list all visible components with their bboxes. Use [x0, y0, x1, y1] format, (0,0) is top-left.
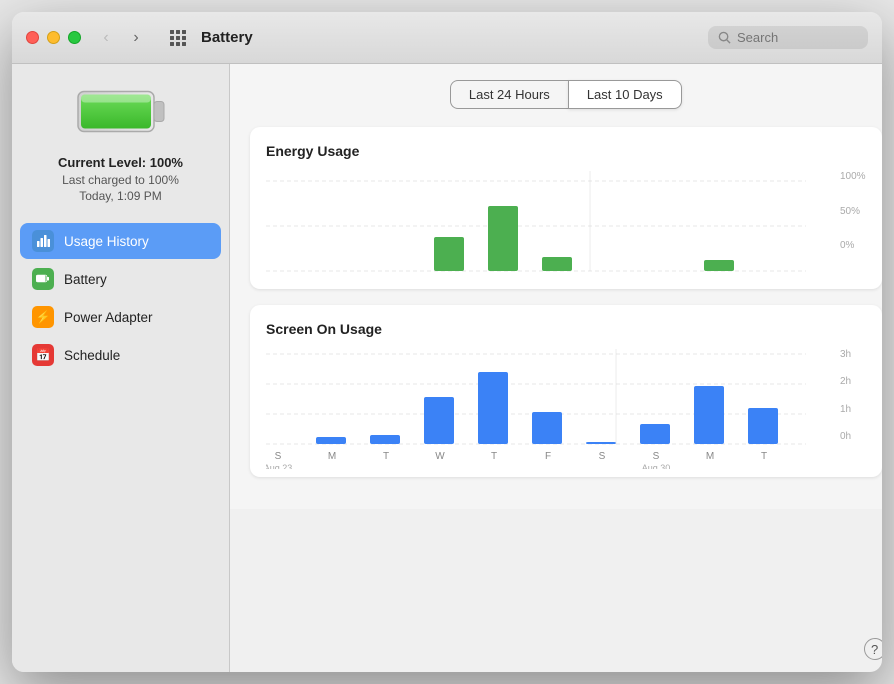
battery-level-label: Current Level: 100% — [58, 155, 183, 170]
svg-text:T: T — [761, 451, 767, 462]
battery-icon-container — [76, 84, 166, 139]
sidebar-item-schedule[interactable]: 📅 Schedule — [20, 337, 221, 373]
energy-chart-svg: S M T W T F S S M T Aug 23 Aug — [266, 171, 836, 281]
usage-history-icon — [32, 230, 54, 252]
screen-chart-svg: S M T W T F S S M T Aug 23 Aug — [266, 349, 836, 469]
battery-charged-label: Last charged to 100% — [58, 173, 183, 187]
search-box[interactable] — [708, 26, 868, 49]
schedule-label: Schedule — [64, 348, 120, 363]
screen-y-axis: 3h 2h 1h 0h — [836, 349, 851, 469]
battery-status: Current Level: 100% Last charged to 100%… — [58, 155, 183, 203]
svg-text:Aug 30: Aug 30 — [642, 463, 671, 469]
screen-usage-chart: Screen On Usage — [250, 305, 882, 477]
search-icon — [718, 31, 731, 44]
close-button[interactable] — [26, 31, 39, 44]
main-panel: Last 24 Hours Last 10 Days Energy Usage — [230, 64, 882, 509]
forward-button[interactable]: › — [123, 28, 149, 48]
tab-last24hours[interactable]: Last 24 Hours — [450, 80, 568, 109]
svg-text:T: T — [491, 451, 497, 462]
main-wrapper: Last 24 Hours Last 10 Days Energy Usage — [230, 64, 882, 672]
energy-chart-title: Energy Usage — [266, 143, 866, 159]
help-button[interactable]: ? — [864, 638, 882, 660]
sidebar-item-usage-history[interactable]: Usage History — [20, 223, 221, 259]
energy-usage-chart: Energy Usage — [250, 127, 882, 289]
svg-text:T: T — [383, 451, 389, 462]
search-input[interactable] — [737, 30, 857, 45]
svg-text:S: S — [653, 451, 660, 462]
svg-text:W: W — [435, 451, 445, 462]
sidebar-item-battery[interactable]: Battery — [20, 261, 221, 297]
power-adapter-label: Power Adapter — [64, 310, 153, 325]
grid-icon — [170, 30, 186, 46]
traffic-lights — [26, 31, 81, 44]
screen-chart-title: Screen On Usage — [266, 321, 866, 337]
svg-text:M: M — [328, 451, 336, 462]
nav-buttons: ‹ › — [93, 28, 149, 48]
energy-y-axis: 100% 50% 0% — [836, 171, 866, 281]
svg-text:S: S — [275, 451, 282, 462]
back-button[interactable]: ‹ — [93, 28, 119, 48]
minimize-button[interactable] — [47, 31, 60, 44]
svg-text:F: F — [545, 451, 551, 462]
main-window: ‹ › Battery — [12, 12, 882, 672]
schedule-icon: 📅 — [32, 344, 54, 366]
tab-last10days[interactable]: Last 10 Days — [568, 80, 682, 109]
window-title: Battery — [201, 29, 708, 46]
sidebar-item-power-adapter[interactable]: ⚡ Power Adapter — [20, 299, 221, 335]
svg-text:Aug 23: Aug 23 — [266, 463, 292, 469]
tab-bar: Last 24 Hours Last 10 Days — [250, 80, 882, 109]
titlebar: ‹ › Battery — [12, 12, 882, 64]
maximize-button[interactable] — [68, 31, 81, 44]
power-adapter-icon: ⚡ — [32, 306, 54, 328]
sidebar: Current Level: 100% Last charged to 100%… — [12, 64, 230, 672]
usage-history-label: Usage History — [64, 234, 149, 249]
content-area: Current Level: 100% Last charged to 100%… — [12, 64, 882, 672]
svg-text:S: S — [599, 451, 606, 462]
apps-grid-button[interactable] — [165, 28, 191, 48]
battery-time-label: Today, 1:09 PM — [58, 189, 183, 203]
battery-label: Battery — [64, 272, 107, 287]
svg-text:M: M — [706, 451, 714, 462]
battery-icon — [76, 84, 166, 139]
battery-nav-icon — [32, 268, 54, 290]
sidebar-nav: Usage History Battery ⚡ — [12, 219, 229, 379]
